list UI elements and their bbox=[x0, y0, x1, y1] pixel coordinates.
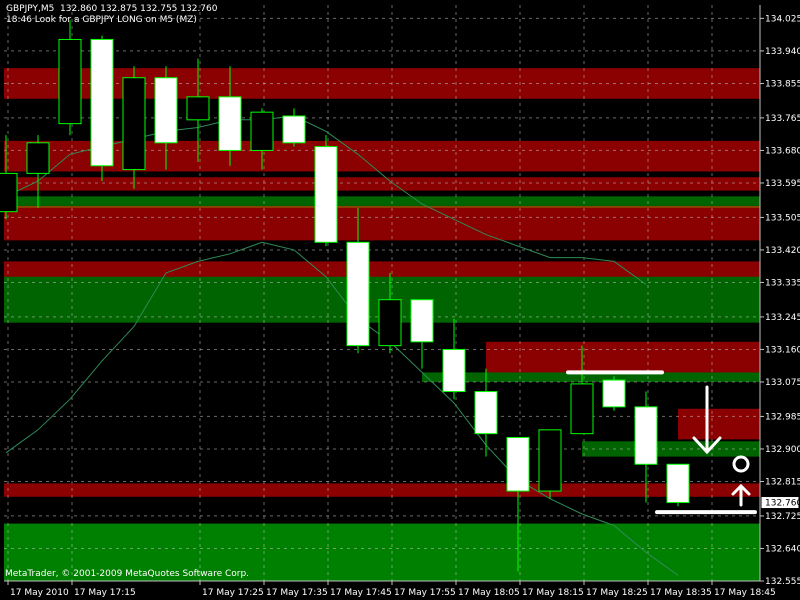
y-tick-label: 133.335 bbox=[765, 278, 800, 288]
candle-body bbox=[346, 241, 370, 347]
candle bbox=[282, 108, 306, 147]
y-tick-label: 132.725 bbox=[765, 512, 800, 522]
candle bbox=[442, 318, 466, 400]
candle bbox=[410, 299, 434, 369]
candle bbox=[666, 463, 690, 507]
y-tick-label: 132.985 bbox=[765, 412, 800, 422]
y-tick-label: 133.765 bbox=[765, 114, 800, 124]
y-tick-label: 133.855 bbox=[765, 79, 800, 89]
candle-body bbox=[506, 436, 530, 492]
candle bbox=[314, 135, 338, 247]
x-tick-label: 17 May 18:25 bbox=[586, 588, 648, 598]
candle-body bbox=[122, 77, 146, 171]
candle bbox=[602, 376, 626, 411]
y-tick-label: 134.025 bbox=[765, 14, 800, 24]
x-tick-label: 17 May 17:15 bbox=[74, 588, 136, 598]
candle-body bbox=[250, 111, 274, 151]
zone-band bbox=[4, 140, 760, 172]
candle-body bbox=[474, 391, 498, 435]
zone-band bbox=[486, 341, 760, 375]
candle-body bbox=[634, 406, 658, 465]
y-tick-label: 133.075 bbox=[765, 378, 800, 388]
x-tick-label: 17 May 18:45 bbox=[714, 588, 776, 598]
candle bbox=[538, 429, 562, 499]
candle-body bbox=[58, 38, 82, 125]
candle-body bbox=[538, 429, 562, 492]
candle-body bbox=[0, 172, 18, 213]
y-tick-label: 133.940 bbox=[765, 47, 800, 57]
candle-body bbox=[602, 379, 626, 408]
x-tick-label: 17 May 17:55 bbox=[394, 588, 456, 598]
candle-body bbox=[26, 142, 50, 174]
x-tick-label: 17 May 18:35 bbox=[650, 588, 712, 598]
y-tick-label: 133.680 bbox=[765, 146, 800, 156]
candle-body bbox=[90, 38, 114, 167]
y-tick-label: 133.420 bbox=[765, 246, 800, 256]
candle-body bbox=[570, 383, 594, 435]
candle-body bbox=[186, 96, 210, 121]
y-tick-label: 133.160 bbox=[765, 345, 800, 355]
candle bbox=[90, 35, 114, 182]
y-tick-label: 132.900 bbox=[765, 445, 800, 455]
y-tick-label: 132.815 bbox=[765, 477, 800, 487]
x-tick-label: 17 May 17:35 bbox=[266, 588, 328, 598]
x-tick-label: 17 May 17:25 bbox=[202, 588, 264, 598]
zone-band bbox=[4, 483, 760, 497]
candle-body bbox=[410, 299, 434, 343]
candle-body bbox=[378, 299, 402, 347]
zone-band bbox=[4, 196, 760, 206]
candle-body bbox=[154, 77, 178, 144]
x-tick-label: 17 May 18:15 bbox=[522, 588, 584, 598]
x-tick-label: 17 May 2010 bbox=[10, 588, 69, 598]
x-tick-label: 17 May 18:05 bbox=[458, 588, 520, 598]
candle-body bbox=[442, 348, 466, 393]
copyright-footer: MetaTrader, © 2001-2009 MetaQuotes Softw… bbox=[5, 569, 250, 579]
candle bbox=[58, 20, 82, 136]
zone-band bbox=[678, 408, 760, 440]
candle-body bbox=[282, 115, 306, 144]
circle-annotation-icon bbox=[732, 455, 750, 473]
y-tick-label: 133.505 bbox=[765, 213, 800, 223]
x-tick-label: 17 May 17:45 bbox=[330, 588, 392, 598]
zone-band bbox=[4, 177, 760, 191]
candle-body bbox=[314, 146, 338, 243]
zone-band bbox=[4, 207, 760, 241]
y-tick-label: 132.555 bbox=[765, 577, 800, 587]
candlestick-chart[interactable]: 134.025 133.940 133.855 133.765 133.680 133.5… bbox=[0, 0, 800, 600]
y-tick-label: 132.640 bbox=[765, 544, 800, 554]
y-tick-label: 133.595 bbox=[765, 179, 800, 189]
candle-body bbox=[666, 463, 690, 504]
last-price-label: 132.760 bbox=[765, 499, 800, 509]
candle-body bbox=[218, 96, 242, 151]
y-tick-label: 133.245 bbox=[765, 313, 800, 323]
